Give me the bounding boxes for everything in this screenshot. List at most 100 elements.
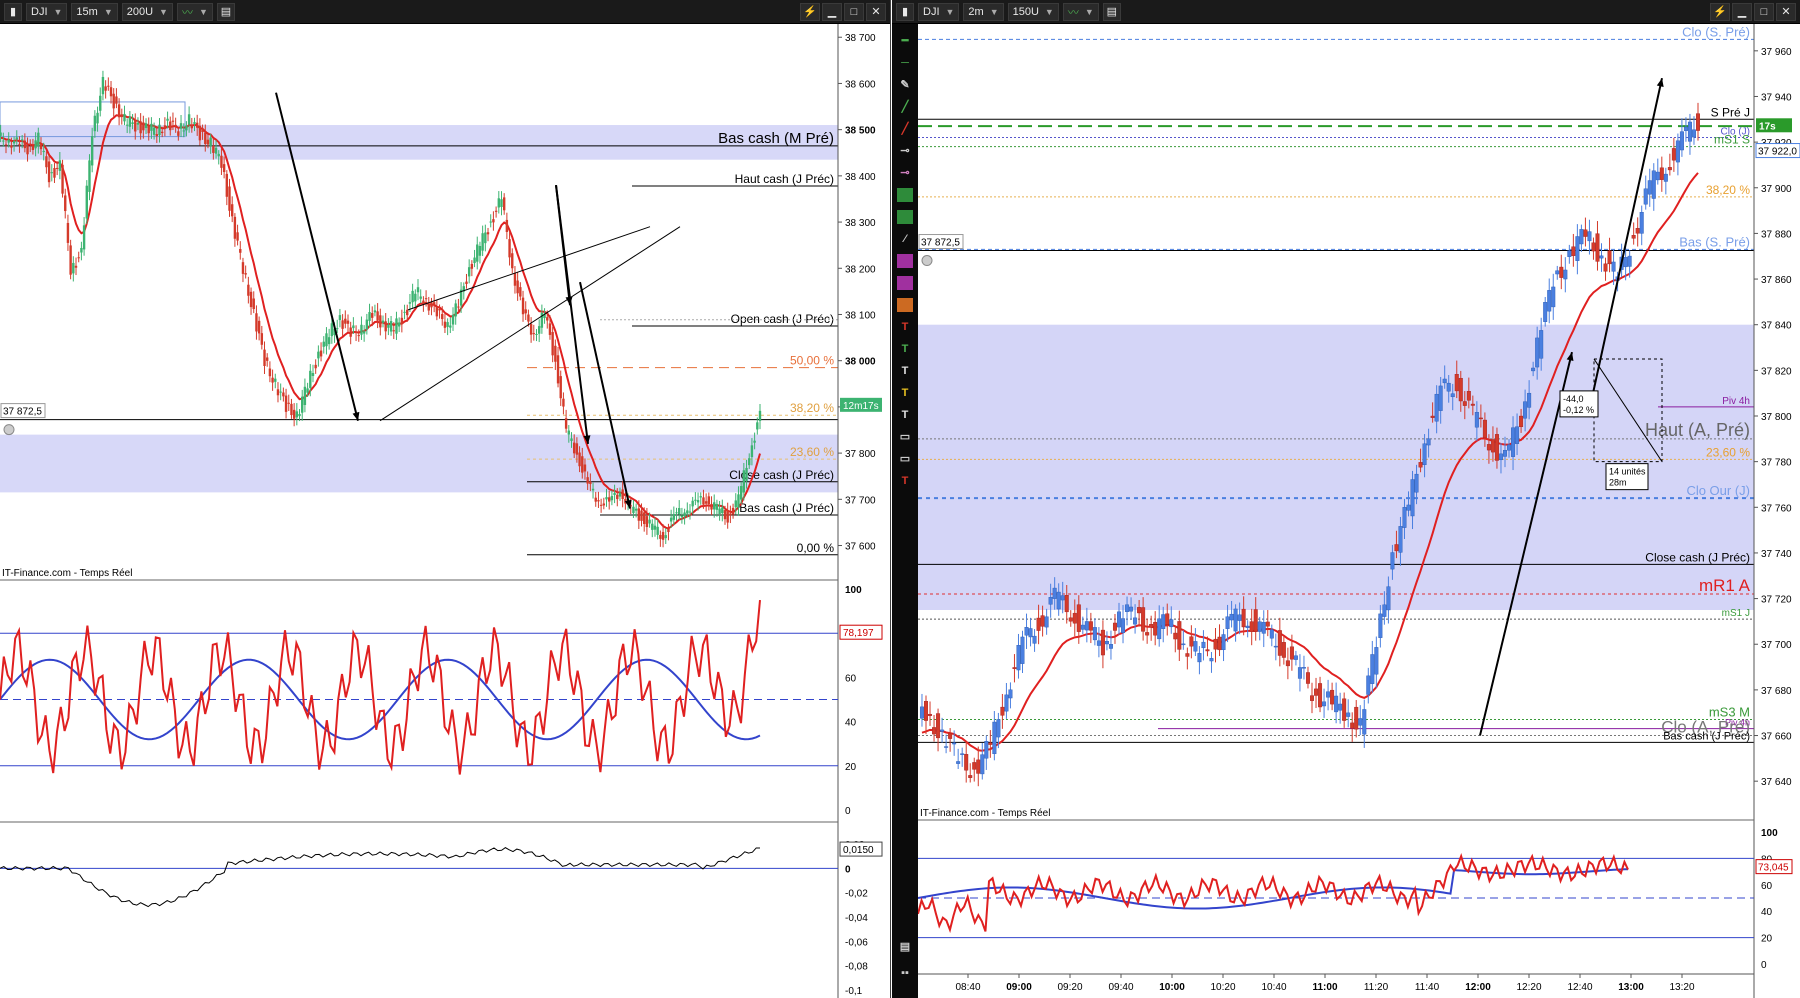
right-table-icon[interactable]: ▤ — [1102, 2, 1121, 21]
right-maximize-icon[interactable]: □ — [1754, 2, 1774, 21]
candle-body — [220, 155, 223, 168]
price-tick-label: 37 660 — [1761, 732, 1792, 743]
trendline-icon[interactable]: ╱ — [897, 100, 913, 114]
candle-body — [1044, 616, 1049, 628]
measure-bars-count: 14 unités — [1609, 467, 1646, 477]
candle-body — [1096, 640, 1101, 646]
candle-body — [233, 216, 237, 239]
rectangle-icon[interactable] — [897, 210, 913, 224]
candle-body — [669, 517, 673, 522]
price-tick-label: 37 740 — [1761, 549, 1792, 560]
candle-body — [605, 497, 608, 500]
horizontal-line-icon[interactable]: ─ — [897, 56, 913, 70]
text-tool-icon[interactable]: T — [897, 364, 913, 378]
left-close-icon[interactable]: ✕ — [866, 2, 886, 21]
candle-body — [1482, 419, 1487, 439]
candle-body — [502, 197, 506, 211]
left-timeframe-select[interactable]: 15m ▼ — [71, 2, 118, 21]
candle-body — [20, 139, 24, 141]
trendline-red-icon[interactable]: ╱ — [897, 122, 913, 136]
left-maximize-icon[interactable]: □ — [844, 2, 864, 21]
candle-body — [524, 309, 527, 314]
right-timeframe-select[interactable]: 2m ▼ — [963, 2, 1004, 21]
fibonacci-icon[interactable]: ⁄ — [897, 232, 913, 246]
candle-body — [704, 501, 708, 504]
candle-body — [1382, 604, 1387, 617]
candle-body — [282, 392, 285, 397]
candle-body — [1378, 613, 1383, 638]
candle-body — [406, 309, 409, 316]
horizontal-line-icon[interactable]: ━ — [897, 34, 913, 48]
text-tool-icon[interactable]: T — [897, 386, 913, 400]
left-minimize-icon[interactable]: ▁ — [822, 2, 842, 21]
left-indicator-toggle-icon[interactable]: ▮ — [4, 2, 22, 21]
pencil-icon[interactable]: ✎ — [897, 78, 913, 92]
right-symbol-select[interactable]: DJI ▼ — [918, 2, 960, 21]
segment-icon[interactable]: ⊸ — [897, 144, 913, 158]
candle-body — [702, 497, 705, 505]
note-icon[interactable]: ▭ — [897, 452, 913, 466]
time-tick-label: 10:20 — [1210, 982, 1235, 993]
candle-body — [1611, 261, 1616, 272]
candle-body — [1478, 417, 1483, 420]
candle-body — [1362, 709, 1367, 735]
candle-body — [1414, 473, 1419, 493]
text-tool-icon[interactable]: T — [897, 320, 913, 334]
candle-body — [608, 497, 611, 502]
right-alert-icon[interactable]: ⚡ — [1710, 2, 1730, 21]
candle-body — [1125, 604, 1130, 612]
candle-body — [125, 124, 129, 126]
left-alert-icon[interactable]: ⚡ — [800, 2, 820, 21]
candle-body — [675, 512, 678, 514]
left-chart-type-button[interactable]: 〰 ▼ — [176, 2, 213, 21]
left-symbol-select[interactable]: DJI ▼ — [26, 2, 68, 21]
level-label: Bas (S. Pré) — [1679, 234, 1750, 249]
zone-icon[interactable] — [897, 254, 913, 268]
candle-body — [1683, 126, 1688, 131]
right-units-select[interactable]: 150U ▼ — [1007, 2, 1059, 21]
right-chart-type-button[interactable]: 〰 ▼ — [1062, 2, 1099, 21]
chevron-down-icon: ▼ — [1044, 6, 1054, 17]
osc-tick-label: 20 — [845, 762, 857, 773]
candle-body — [1696, 113, 1701, 131]
zone-icon[interactable] — [897, 276, 913, 290]
right-close-icon[interactable]: ✕ — [1776, 2, 1796, 21]
left-table-icon[interactable]: ▤ — [216, 2, 235, 21]
right-minimize-icon[interactable]: ▁ — [1732, 2, 1752, 21]
text-tool-icon[interactable]: T — [897, 342, 913, 356]
zone-icon[interactable] — [897, 298, 913, 312]
candle-body — [222, 164, 226, 173]
candle-body — [980, 754, 985, 775]
note-icon[interactable]: ▭ — [897, 430, 913, 444]
candle-body — [1016, 645, 1021, 671]
candle-body — [346, 320, 350, 324]
rectangle-icon[interactable] — [897, 188, 913, 202]
candle-body — [1221, 634, 1226, 650]
candle-body — [55, 167, 59, 169]
ray-icon[interactable]: ⊸ — [897, 166, 913, 180]
candle-body — [99, 95, 102, 111]
candle-body — [1494, 434, 1499, 461]
candle-body — [481, 233, 484, 251]
text-tool-icon[interactable]: T — [897, 408, 913, 422]
clipboard-icon[interactable]: ▤ — [897, 940, 913, 954]
candle-body — [1068, 617, 1073, 622]
candle-body — [395, 318, 398, 334]
candle-body — [586, 477, 589, 484]
candle-body — [1193, 641, 1198, 652]
left-units-select[interactable]: 200U ▼ — [121, 2, 173, 21]
price-tick-label: 37 940 — [1761, 92, 1792, 103]
candle-body — [1104, 641, 1109, 645]
right-chart-canvas[interactable]: Clo (S. Pré)S Pré JClo (J)mS1 S38,20 %Ba… — [918, 24, 1800, 998]
right-indicator-toggle-icon[interactable]: ▮ — [896, 2, 914, 21]
more-icon[interactable]: ▪▪ — [897, 966, 913, 980]
candle-body — [1543, 302, 1548, 322]
text-tool-icon[interactable]: T — [897, 474, 913, 488]
candle-body — [928, 713, 933, 716]
left-chart-canvas[interactable]: Bas cash (M Pré) Haut cash (J Préc) Open c… — [0, 24, 890, 998]
candle-body — [1490, 439, 1495, 453]
candle-body — [940, 729, 945, 732]
candle-body — [516, 280, 519, 294]
price-tick-label: 37 600 — [845, 542, 876, 553]
chevron-down-icon: ▼ — [53, 6, 63, 17]
